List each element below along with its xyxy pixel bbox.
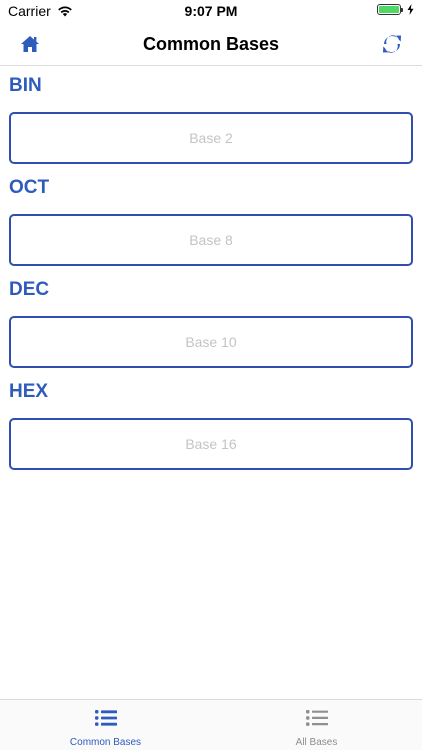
dec-input[interactable] — [9, 316, 413, 368]
field-group-hex: HEX — [9, 377, 413, 470]
status-time: 9:07 PM — [184, 3, 238, 19]
tab-all-bases[interactable]: All Bases — [211, 700, 422, 750]
hex-input[interactable] — [9, 418, 413, 470]
oct-input[interactable] — [9, 214, 413, 266]
bin-input[interactable] — [9, 112, 413, 164]
swap-button[interactable] — [380, 32, 404, 56]
bin-label: BIN — [9, 75, 42, 96]
battery-fill — [379, 6, 399, 13]
oct-label: OCT — [9, 177, 50, 198]
tab-common-bases-label: Common Bases — [69, 737, 142, 748]
field-group-dec: DEC — [9, 275, 413, 368]
dec-label: DEC — [9, 279, 50, 300]
swap-icon — [383, 35, 401, 53]
list-icon — [305, 710, 328, 726]
tab-all-bases-label: All Bases — [295, 737, 338, 748]
field-group-bin: BIN — [9, 71, 413, 164]
status-bar: Carrier 9:07 PM — [0, 0, 422, 24]
app-screen: Carrier 9:07 PM Common Bases BIN Base 2 … — [0, 0, 422, 750]
page-title: Common Bases — [142, 34, 280, 54]
battery-icon — [377, 4, 403, 15]
tab-common-bases[interactable]: Common Bases — [0, 700, 211, 750]
list-icon — [94, 710, 117, 726]
hex-label: HEX — [9, 381, 49, 402]
charging-bolt-icon — [407, 4, 414, 15]
status-right — [377, 4, 414, 15]
field-group-oct: OCT — [9, 173, 413, 266]
tab-bar: Common Bases All Bases — [0, 699, 422, 750]
navigation-bar: Common Bases — [0, 24, 422, 66]
